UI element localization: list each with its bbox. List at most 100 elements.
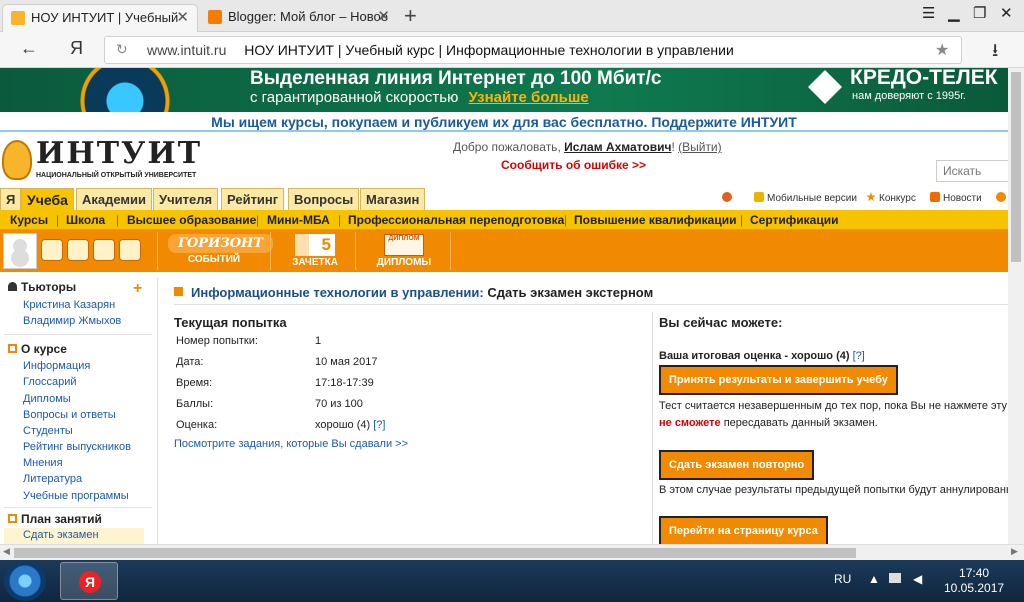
subnav-higher-education[interactable]: Высшее образование [127, 210, 256, 230]
mobile-versions-link[interactable]: Мобильные версии [754, 192, 857, 204]
horizontal-scroll-thumb[interactable] [14, 548, 856, 558]
diplomas-button[interactable]: ДИПЛОМ ДИПЛОМЫ [366, 234, 442, 270]
event-horizon-button[interactable]: ГОРИЗОНТ СОБЫТИЙ [168, 234, 274, 270]
date-value: 10 мая 2017 [315, 356, 378, 368]
gradebook-button[interactable]: 5 ЗАЧЕТКА [286, 234, 344, 270]
close-tab-icon[interactable]: ✕ [176, 5, 189, 31]
grade-help-link[interactable]: [?] [373, 419, 385, 431]
download-icon[interactable]: ⭳ [992, 38, 998, 68]
network-icon[interactable] [889, 572, 901, 586]
windows-taskbar: Я RU ▲ ◀ 17:40 10.05.2017 [0, 560, 1024, 602]
subnav-qualification[interactable]: Повышение квалификации [574, 210, 736, 230]
url-page-title: НОУ ИНТУИТ | Учебный курс | Информационн… [244, 42, 734, 58]
new-tab-button[interactable]: + [404, 3, 417, 29]
reload-icon[interactable]: ↻ [116, 41, 128, 58]
star-bookmark-icon[interactable]: ★ [935, 40, 949, 60]
subnav-courses[interactable]: Курсы [10, 210, 48, 230]
phone-icon [754, 192, 764, 202]
sidebar-item-opinions[interactable]: Мнения [23, 457, 63, 469]
time-label: Время: [176, 377, 213, 389]
close-window-icon[interactable]: ✕ [1000, 4, 1013, 22]
tutors-heading: Тьюторы [8, 280, 76, 294]
yandex-icon[interactable]: Я [70, 38, 83, 59]
contest-link[interactable]: Конкурс [866, 192, 916, 204]
mobile-versions-label: Мобильные версии [767, 193, 857, 204]
avatar[interactable] [3, 233, 37, 269]
tab-academies[interactable]: Академии [76, 188, 153, 210]
browser-tab-intuit[interactable]: НОУ ИНТУИТ | Учебный ✕ [2, 4, 198, 32]
course-link[interactable]: Информационные технологии в управлении [191, 285, 479, 300]
promo-link[interactable]: Мы ищем курсы, покупаем и публикуем их д… [0, 112, 1008, 132]
subnav-retraining[interactable]: Профессиональная переподготовка [348, 210, 564, 230]
language-indicator[interactable]: RU [834, 572, 851, 586]
time-value: 17:18-17:39 [315, 377, 374, 389]
url-field[interactable]: www.intuit.ru НОУ ИНТУИТ | Учебный курс … [104, 36, 962, 64]
subnav-mini-mba[interactable]: Мини-МБА [267, 210, 330, 230]
tab-study[interactable]: Учеба [21, 188, 74, 210]
browser-tab-blogger[interactable]: Blogger: Мой блог – Новое ✕ [200, 4, 398, 32]
podcast-icon[interactable] [722, 192, 735, 204]
start-button[interactable] [4, 561, 46, 601]
grade-label: Оценка: [176, 419, 218, 431]
diploma-icon-tag: ДИПЛОМ [388, 235, 420, 242]
tutor-link[interactable]: Кристина Казарян [23, 299, 115, 311]
clock[interactable]: 17:40 10.05.2017 [944, 566, 1004, 596]
ad-banner[interactable]: Выделенная линия Интернет до 100 Мбит/с … [0, 68, 1008, 112]
sidebar-item-faq[interactable]: Вопросы и ответы [23, 409, 116, 421]
logout-link[interactable]: (Выйти) [678, 140, 722, 154]
final-grade-help-link[interactable]: [?] [853, 350, 865, 362]
yandex-browser-task[interactable]: Я [60, 562, 118, 600]
clock-date: 10.05.2017 [944, 581, 1005, 595]
mail-icon[interactable] [67, 239, 89, 261]
gradebook-label: ЗАЧЕТКА [292, 257, 338, 268]
welcome-line: Добро пожаловать, Ислам Ахматович! (Выйт… [453, 140, 722, 154]
logo-tagline: НАЦИОНАЛЬНЫЙ ОТКРЫТЫЙ УНИВЕРСИТЕТ [36, 172, 197, 179]
sidebar-item-students[interactable]: Студенты [23, 425, 73, 437]
sidebar-item-graduates-rating[interactable]: Рейтинг выпускников [23, 441, 131, 453]
volume-icon[interactable]: ◀ [913, 572, 922, 586]
minimize-icon[interactable]: ▁ [948, 4, 960, 22]
browser-menu-icon[interactable]: ☰ [922, 4, 935, 22]
go-to-course-button[interactable]: Перейти на страницу курса [659, 516, 828, 544]
tab-teachers[interactable]: Учителя [153, 188, 219, 210]
intuit-logo[interactable]: ИНТУИТ НАЦИОНАЛЬНЫЙ ОТКРЫТЫЙ УНИВЕРСИТЕТ [2, 136, 202, 184]
final-grade: Ваша итоговая оценка - хорошо (4) [?] [659, 350, 865, 362]
diploma-icon: ДИПЛОМ [384, 234, 424, 256]
user-name-link[interactable]: Ислам Ахматович [564, 140, 671, 154]
view-tasks-link[interactable]: Посмотрите задания, которые Вы сдавали >… [174, 438, 408, 450]
sidebar-item-programs[interactable]: Учебные программы [23, 490, 129, 502]
subnav-school[interactable]: Школа [66, 210, 105, 230]
banner-cta-link[interactable]: Узнайте больше [469, 89, 589, 106]
report-error-link[interactable]: Сообщить об ошибке >> [501, 158, 646, 172]
people-icon[interactable] [93, 239, 115, 261]
retake-exam-button[interactable]: Сдать экзамен повторно [659, 450, 815, 480]
tab-me[interactable]: Я [0, 188, 22, 210]
vertical-scrollbar[interactable] [1008, 68, 1024, 544]
add-tutor-button[interactable]: + [133, 280, 142, 298]
tab-questions[interactable]: Вопросы [288, 188, 360, 210]
tab-shop[interactable]: Магазин [360, 188, 426, 210]
tray-arrow-icon[interactable]: ▲ [868, 572, 880, 586]
sidebar-item-glossary[interactable]: Глоссарий [23, 376, 77, 388]
restore-icon[interactable]: ❐ [973, 4, 986, 22]
horizontal-scrollbar[interactable]: ◀ ▶ [0, 544, 1024, 560]
back-icon[interactable]: ← [20, 38, 38, 59]
close-tab-icon[interactable]: ✕ [377, 4, 390, 30]
yandex-browser-icon: Я [79, 571, 101, 593]
bell-icon[interactable] [119, 239, 141, 261]
tab-rating[interactable]: Рейтинг [221, 188, 285, 210]
subnav-certifications[interactable]: Сертификации [750, 210, 838, 230]
sidebar-item-take-exam[interactable]: Сдать экзамен [23, 529, 99, 541]
sidebar-item-info[interactable]: Информация [23, 360, 90, 372]
tutor-link[interactable]: Владимир Жмыхов [23, 315, 121, 327]
more-icon[interactable] [996, 192, 1008, 204]
contest-label: Конкурс [879, 193, 916, 204]
news-link[interactable]: Новости [930, 192, 982, 204]
sidebar-item-literature[interactable]: Литература [23, 473, 82, 485]
accept-results-button[interactable]: Принять результаты и завершить учебу [659, 365, 898, 395]
sidebar-item-diplomas[interactable]: Дипломы [23, 393, 71, 405]
about-course-heading: О курсе [8, 342, 67, 356]
course-sidebar: Тьюторы + Кристина Казарян Владимир Жмых… [0, 278, 158, 544]
search-input[interactable]: Искать [936, 160, 1008, 182]
alarm-clock-icon[interactable] [41, 239, 63, 261]
